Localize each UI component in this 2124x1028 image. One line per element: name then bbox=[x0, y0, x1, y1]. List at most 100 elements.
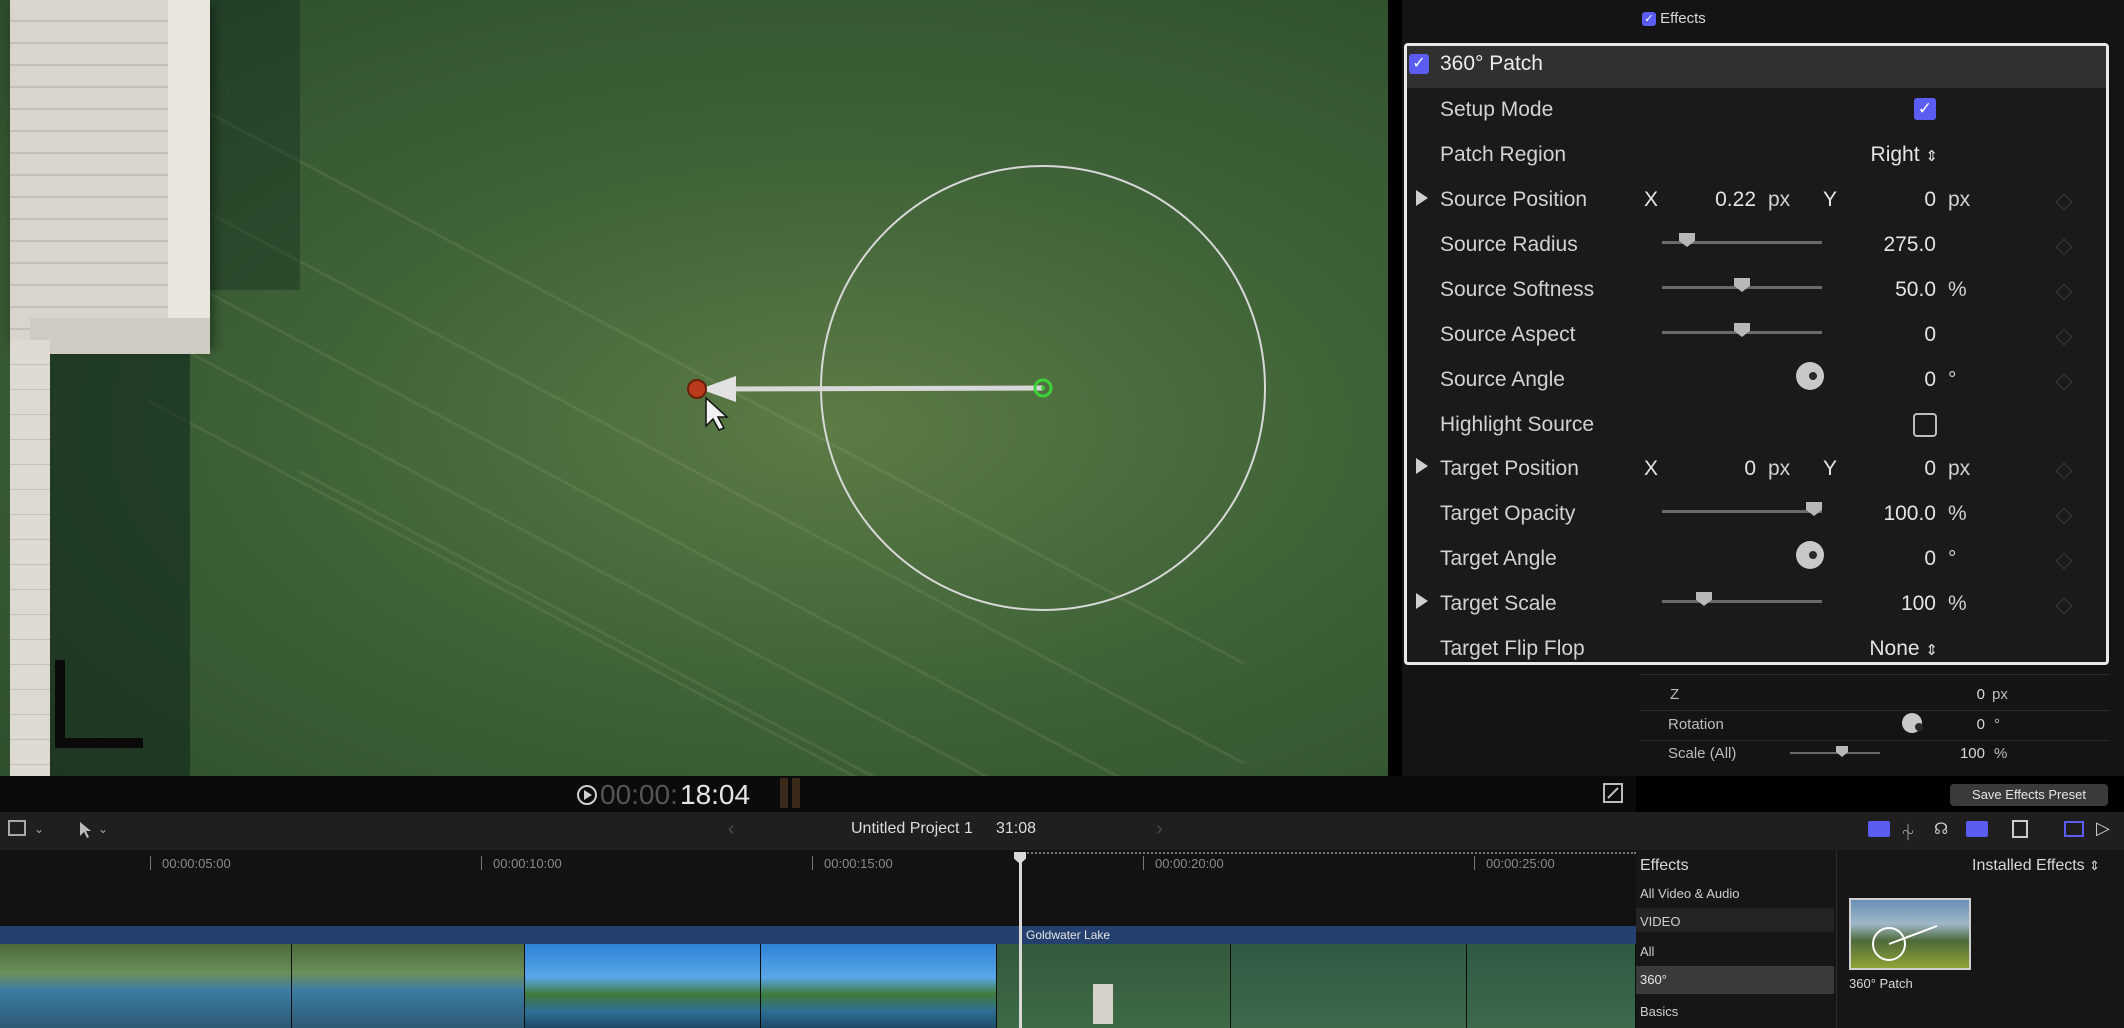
target-opacity-label: Target Opacity bbox=[1440, 502, 1576, 525]
disclosure-triangle-icon[interactable] bbox=[1416, 593, 1428, 609]
chevron-down-icon[interactable]: ⌄ bbox=[98, 822, 108, 836]
category-item[interactable]: All bbox=[1640, 944, 1654, 959]
z-unit: px bbox=[1992, 686, 2008, 703]
timeline-toolbar bbox=[0, 812, 2124, 850]
target-opacity-slider[interactable] bbox=[1662, 510, 1822, 513]
category-item-selected[interactable]: 360° bbox=[1640, 972, 1667, 987]
timecode[interactable]: 18:04 bbox=[680, 779, 750, 811]
target-scale-value[interactable]: 100 bbox=[1840, 592, 1936, 616]
target-angle-dial[interactable] bbox=[1796, 541, 1824, 569]
source-y-label: Y bbox=[1823, 188, 1838, 211]
ruler-mark: 00:00:10:00 bbox=[493, 856, 562, 871]
source-aspect-label: Source Aspect bbox=[1440, 323, 1576, 346]
patch-direction-arrow bbox=[719, 385, 1044, 392]
back-arrow-icon[interactable]: ‹ bbox=[728, 818, 735, 841]
play-icon[interactable] bbox=[576, 784, 598, 806]
snapping-icon[interactable] bbox=[1966, 821, 1988, 837]
target-flip-flop-label: Target Flip Flop bbox=[1440, 637, 1585, 660]
effects-browser-icon[interactable] bbox=[2064, 821, 2084, 837]
source-position-label: Source Position bbox=[1440, 188, 1588, 211]
scale-all-unit: % bbox=[1994, 745, 2008, 762]
forward-arrow-icon[interactable]: › bbox=[1156, 818, 1163, 841]
setup-mode-checkbox[interactable]: ✓ bbox=[1914, 98, 1936, 120]
ruler-mark: 00:00:05:00 bbox=[162, 856, 231, 871]
source-softness-unit: % bbox=[1948, 278, 1967, 301]
audio-skimming-icon[interactable]: ⏆ bbox=[1900, 819, 1916, 843]
category-item[interactable]: All Video & Audio bbox=[1640, 886, 1740, 901]
transitions-icon[interactable]: ▷ bbox=[2096, 818, 2110, 839]
index-icon[interactable] bbox=[8, 820, 26, 836]
mouse-cursor-icon bbox=[705, 396, 729, 431]
target-opacity-value[interactable]: 100.0 bbox=[1840, 502, 1936, 526]
source-softness-value[interactable]: 50.0 bbox=[1840, 278, 1936, 302]
z-label: Z bbox=[1670, 686, 1680, 703]
source-aspect-value[interactable]: 0 bbox=[1840, 323, 1936, 347]
target-flip-flop-value: None bbox=[1869, 637, 1920, 660]
source-y-value[interactable]: 0 bbox=[1860, 188, 1936, 212]
timeline-clip[interactable] bbox=[525, 944, 761, 1028]
target-scale-unit: % bbox=[1948, 592, 1967, 615]
target-x-value[interactable]: 0 bbox=[1680, 457, 1756, 481]
popup-chevron-icon: ⇕ bbox=[2089, 858, 2101, 873]
ruler-mark: 00:00:20:00 bbox=[1155, 856, 1224, 871]
timeline-clip[interactable] bbox=[1467, 944, 1636, 1028]
timecode-dim: 00:00: bbox=[600, 779, 678, 810]
primary-storyline-bar[interactable] bbox=[0, 926, 1636, 944]
save-effects-preset-button[interactable]: Save Effects Preset bbox=[1950, 784, 2108, 806]
target-x-label: X bbox=[1644, 457, 1659, 480]
rotation-value[interactable]: 0 bbox=[1940, 716, 1985, 733]
patch-region-value: Right bbox=[1870, 143, 1920, 166]
timeline-clip[interactable] bbox=[761, 944, 997, 1028]
disclosure-triangle-icon[interactable] bbox=[1416, 190, 1428, 206]
timeline-clip[interactable] bbox=[292, 944, 525, 1028]
effect-thumbnail[interactable] bbox=[1849, 898, 1971, 970]
scale-all-value[interactable]: 100 bbox=[1940, 745, 1985, 762]
source-angle-value[interactable]: 0 bbox=[1840, 368, 1936, 392]
chevron-down-icon[interactable]: ⌄ bbox=[34, 822, 44, 836]
viewer-footer bbox=[0, 776, 1636, 812]
installed-effects-popup[interactable]: Installed Effects ⇕ bbox=[1972, 857, 2100, 875]
target-scale-label: Target Scale bbox=[1440, 592, 1557, 615]
timeline-clip[interactable] bbox=[1231, 944, 1467, 1028]
effects-header-label: Effects bbox=[1660, 10, 1706, 27]
target-y-value[interactable]: 0 bbox=[1860, 457, 1936, 481]
rotation-dial[interactable] bbox=[1902, 713, 1923, 733]
source-x-value[interactable]: 0.22 bbox=[1680, 188, 1756, 212]
effects-section-header[interactable]: ✓ Effects bbox=[1642, 10, 1706, 27]
target-angle-value[interactable]: 0 bbox=[1840, 547, 1936, 571]
fullscreen-icon[interactable] bbox=[1602, 782, 1624, 804]
ruler-mark: 00:00:15:00 bbox=[824, 856, 893, 871]
headphones-icon[interactable]: ☊ bbox=[1934, 819, 1948, 839]
skimming-icon[interactable] bbox=[1868, 821, 1890, 837]
divider bbox=[1640, 740, 2110, 741]
target-x-unit: px bbox=[1768, 457, 1791, 480]
effect-thumbnail-label: 360° Patch bbox=[1849, 976, 1913, 991]
timeline-ruler[interactable] bbox=[0, 850, 1636, 926]
patch-title: 360° Patch bbox=[1440, 52, 1543, 75]
category-item[interactable]: Basics bbox=[1640, 1004, 1678, 1019]
timeline-clip[interactable] bbox=[997, 944, 1231, 1028]
patch-onscreen-controls[interactable] bbox=[0, 0, 1388, 776]
patch-region-popup[interactable]: Right ⇕ bbox=[1850, 143, 1938, 167]
timeline-clip[interactable] bbox=[0, 944, 292, 1028]
disclosure-triangle-icon[interactable] bbox=[1416, 458, 1428, 474]
target-flip-flop-popup[interactable]: None ⇕ bbox=[1850, 637, 1938, 661]
target-scale-slider[interactable] bbox=[1662, 600, 1822, 603]
scale-all-slider[interactable] bbox=[1790, 752, 1880, 754]
source-radius-label: Source Radius bbox=[1440, 233, 1578, 256]
effects-checkbox[interactable]: ✓ bbox=[1642, 12, 1656, 27]
patch-enable-checkbox[interactable]: ✓ bbox=[1409, 54, 1429, 74]
clip-thumbnail-dock bbox=[1093, 984, 1113, 1024]
popup-chevron-icon: ⇕ bbox=[1925, 148, 1938, 165]
source-angle-dial[interactable] bbox=[1796, 362, 1824, 390]
z-value[interactable]: 0 bbox=[1940, 686, 1985, 703]
select-tool-icon[interactable] bbox=[78, 820, 94, 840]
source-radius-value[interactable]: 275.0 bbox=[1840, 233, 1936, 257]
category-section: VIDEO bbox=[1640, 914, 1681, 929]
clip-appearance-icon[interactable] bbox=[2012, 820, 2028, 838]
divider bbox=[1640, 710, 2110, 711]
target-opacity-unit: % bbox=[1948, 502, 1967, 525]
source-x-unit: px bbox=[1768, 188, 1791, 211]
playhead[interactable] bbox=[1019, 852, 1022, 1028]
highlight-source-checkbox[interactable] bbox=[1913, 413, 1937, 437]
